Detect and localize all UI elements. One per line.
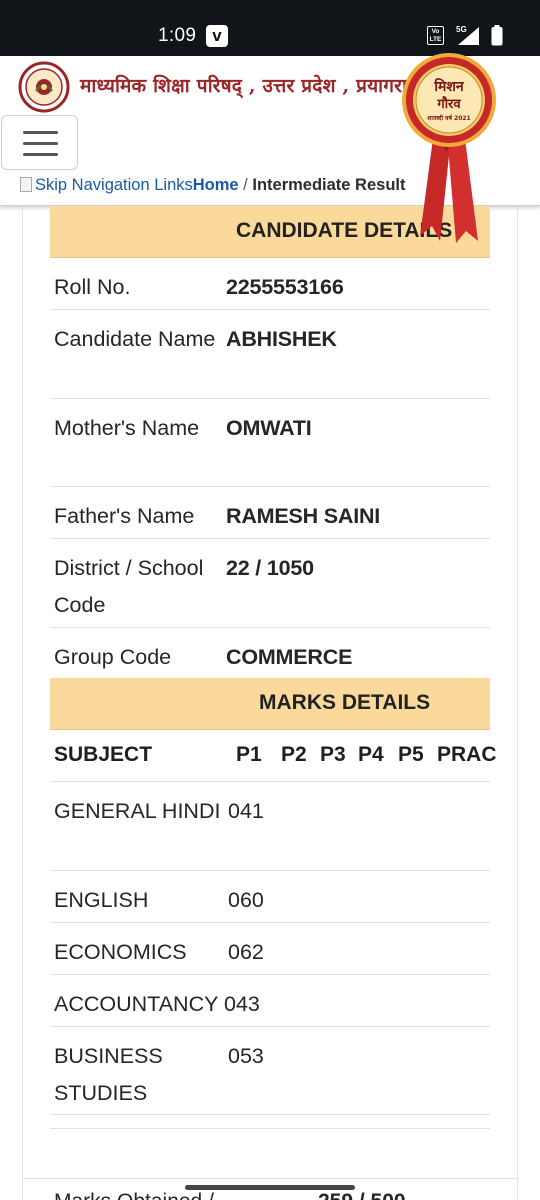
- candidate-row: District / School Code 22 / 1050: [50, 539, 490, 628]
- row-label: Mother's Name: [54, 416, 200, 440]
- candidate-row: Roll No. 2255553166: [50, 258, 490, 310]
- broken-image-icon: [20, 177, 32, 192]
- marks-row: ENGLISH 060: [50, 871, 490, 923]
- candidate-row: Father's Name RAMESH SAINI: [50, 487, 490, 539]
- candidate-row: Candidate Name ABHISHEK: [50, 310, 490, 399]
- row-label: Candidate Name: [54, 327, 216, 351]
- site-title: माध्यमिक शिक्षा परिषद् , उत्तर प्रदेश , …: [80, 75, 422, 97]
- p1-marks: 053: [228, 1044, 264, 1068]
- column-header: P2: [281, 743, 307, 766]
- board-logo-icon: [18, 61, 70, 113]
- column-header: PRAC: [437, 743, 497, 766]
- marks-table-header: SUBJECT P1 P2 P3 P4 P5 PRAC: [50, 730, 497, 782]
- p1-marks: 062: [228, 940, 264, 964]
- column-header: P4: [358, 743, 384, 766]
- hamburger-menu-button[interactable]: [1, 115, 78, 170]
- p1-marks: 043: [224, 992, 260, 1016]
- column-header: SUBJECT: [54, 743, 153, 766]
- svg-text:मिशन: मिशन: [433, 78, 465, 95]
- subject-name: GENERAL HINDI: [54, 799, 221, 823]
- clock: 1:09: [158, 25, 197, 46]
- mission-gaurav-badge-icon: मिशन गौरव शताब्दी वर्ष 2021: [402, 53, 496, 243]
- candidate-row: Group Code COMMERCE: [50, 628, 490, 678]
- marks-row: ACCOUNTANCY 043: [50, 975, 490, 1027]
- breadcrumb-separator: /: [238, 176, 253, 194]
- menu-bar-icon: [23, 131, 58, 134]
- svg-text:शताब्दी वर्ष 2021: शताब्दी वर्ष 2021: [427, 114, 470, 122]
- row-value: COMMERCE: [226, 645, 353, 669]
- subject-name: ECONOMICS: [54, 940, 187, 964]
- breadcrumb-home-link[interactable]: Home: [193, 176, 239, 194]
- row-value: OMWATI: [226, 416, 312, 440]
- battery-icon: [491, 25, 503, 46]
- row-label: Group Code: [54, 645, 172, 669]
- column-header: P5: [398, 743, 424, 766]
- row-value: 22 / 1050: [226, 556, 314, 580]
- breadcrumb-current: Intermediate Result: [252, 176, 406, 194]
- row-value: RAMESH SAINI: [226, 504, 381, 528]
- marks-obtained-value: 259 / 500: [318, 1190, 406, 1200]
- app-notification-icon: v: [206, 25, 228, 47]
- p1-marks: 060: [228, 888, 264, 912]
- column-header: P1: [236, 743, 262, 766]
- subject-name: ACCOUNTANCY: [54, 992, 219, 1016]
- column-header: P3: [320, 743, 346, 766]
- divider: [22, 1178, 519, 1179]
- marks-row: GENERAL HINDI 041: [50, 782, 490, 871]
- row-label: Roll No.: [54, 275, 131, 299]
- row-label: Father's Name: [54, 504, 195, 528]
- p1-marks: 041: [228, 799, 264, 823]
- menu-bar-icon: [23, 142, 58, 145]
- row-value: 2255553166: [226, 275, 344, 299]
- row-label: District / School Code: [54, 556, 204, 617]
- subject-name: ENGLISH: [54, 888, 149, 912]
- volte-icon: Vo LTE: [427, 26, 444, 45]
- skip-navigation-link[interactable]: Skip Navigation Links: [35, 176, 193, 194]
- row-value: ABHISHEK: [226, 327, 337, 351]
- marks-obtained-label: Marks Obtained /: [54, 1190, 214, 1200]
- svg-text:गौरव: गौरव: [436, 96, 461, 112]
- divider: [50, 1128, 490, 1129]
- subject-name: BUSINESS STUDIES: [54, 1044, 163, 1105]
- status-bar: 1:09 v Vo LTE 5G: [0, 0, 540, 56]
- marks-details-header: MARKS DETAILS: [50, 678, 490, 730]
- marks-row: BUSINESS STUDIES 053: [50, 1027, 490, 1115]
- signal-5g-icon: 5G: [456, 25, 479, 45]
- menu-bar-icon: [23, 153, 58, 156]
- svg-text:5G: 5G: [456, 25, 467, 34]
- marks-row: ECONOMICS 062: [50, 923, 490, 975]
- candidate-row: Mother's Name OMWATI: [50, 399, 490, 487]
- gesture-home-indicator[interactable]: [185, 1185, 355, 1190]
